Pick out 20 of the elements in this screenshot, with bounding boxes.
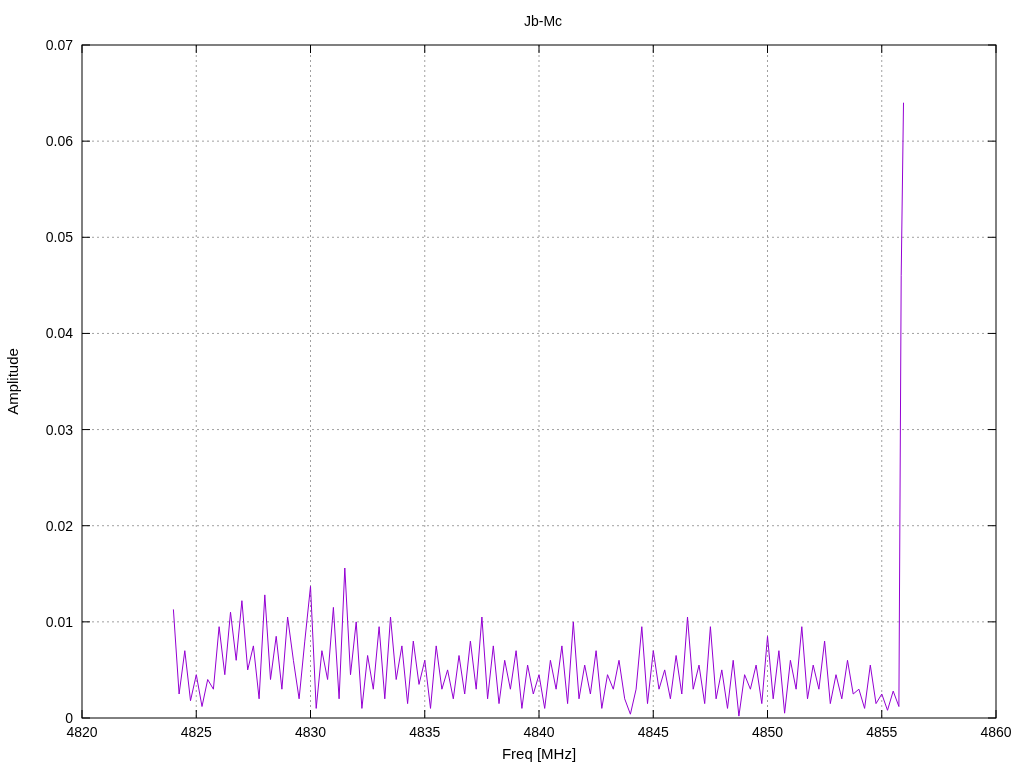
tick-label: 4840	[523, 724, 555, 740]
tick-label: 4820	[66, 724, 98, 740]
tick-label: 4835	[409, 724, 441, 740]
chart-title: Jb-Mc	[523, 13, 563, 29]
tick-label: 0.07	[45, 37, 73, 53]
tick-label: 0.04	[45, 325, 73, 342]
tick-label: 4830	[294, 724, 327, 740]
axis-label: Amplitude	[4, 348, 21, 415]
tick-label: 4845	[637, 724, 669, 740]
tick-label: 4855	[866, 724, 898, 740]
axis-label: Freq [MHz]	[501, 745, 577, 762]
tick-label: 0	[65, 710, 73, 726]
tick-label: 0.03	[45, 421, 73, 438]
tick-label: 4825	[180, 724, 212, 740]
tick-label: 0.05	[45, 229, 73, 246]
tick-label: 4850	[751, 724, 784, 740]
tick-label: 0.01	[45, 613, 73, 630]
tick-label: 0.06	[45, 133, 73, 150]
tick-label: 4860	[980, 724, 1012, 740]
tick-label: 0.02	[45, 517, 73, 534]
